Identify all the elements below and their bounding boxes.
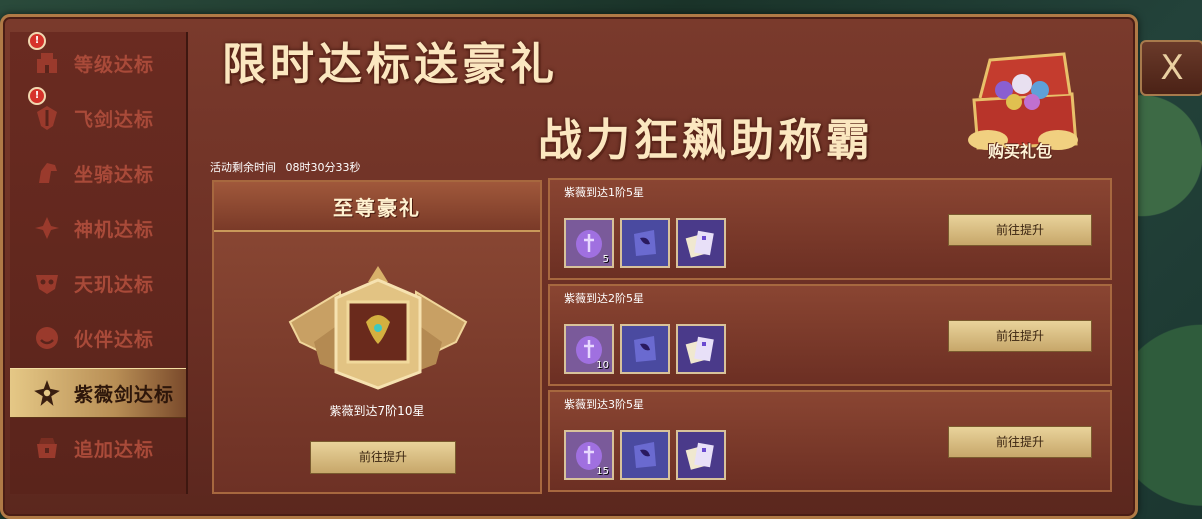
sidebar-item-companion[interactable]: 伙伴达标 xyxy=(10,313,186,363)
task-row: 紫薇到达3阶5星 15 前往提升 xyxy=(548,390,1112,492)
scroll-cards-icon[interactable] xyxy=(676,218,726,268)
task-title: 紫薇到达3阶5星 xyxy=(564,398,644,411)
item-quantity: 5 xyxy=(602,254,609,265)
grand-prize-goto-button[interactable]: 前往提升 xyxy=(310,441,456,474)
purple-gem-icon[interactable]: 5 xyxy=(564,218,614,268)
rank-badge-icon xyxy=(280,262,476,392)
task-title: 紫薇到达1阶5星 xyxy=(564,186,644,199)
sword-crest-icon xyxy=(30,101,64,135)
sidebar-item-machine[interactable]: 神机达标 xyxy=(10,203,186,253)
sidebar-item-label: 紫薇剑达标 xyxy=(74,383,175,406)
sidebar-item-tianji[interactable]: 天玑达标 xyxy=(10,258,186,308)
companion-icon xyxy=(30,321,64,355)
ziwei-sword-icon xyxy=(30,376,64,410)
timer-value: 08时30分33秒 xyxy=(285,161,361,174)
task-list: 紫薇到达1阶5星 5 前往提升 紫薇到达2阶5星 10 前往提升 紫薇到达3阶5… xyxy=(548,178,1114,494)
task-goto-button[interactable]: 前往提升 xyxy=(948,320,1092,352)
alert-icon: ! xyxy=(28,32,46,50)
timer-label: 活动剩余时间 xyxy=(210,161,276,174)
task-goto-button[interactable]: 前往提升 xyxy=(948,214,1092,246)
scroll-cards-icon[interactable] xyxy=(676,324,726,374)
sidebar-item-flying-sword[interactable]: ! 飞剑达标 xyxy=(10,87,186,143)
task-row: 紫薇到达1阶5星 5 前往提升 xyxy=(548,178,1112,280)
purple-gem-icon[interactable]: 10 xyxy=(564,324,614,374)
chest-icon xyxy=(30,431,64,465)
reward-items: 10 xyxy=(564,324,726,374)
purple-book-icon[interactable] xyxy=(620,430,670,480)
banner-title-line2: 战力狂飙助称霸 xyxy=(538,115,874,166)
scroll-cards-icon[interactable] xyxy=(676,430,726,480)
purple-gem-icon[interactable]: 15 xyxy=(564,430,614,480)
buy-gift-pack-label[interactable]: 购买礼包 xyxy=(988,138,1052,162)
sidebar-item-ziwei-sword[interactable]: 紫薇剑达标 xyxy=(10,368,186,418)
building-icon xyxy=(30,46,64,80)
sidebar-item-label: 等级达标 xyxy=(74,53,155,76)
close-button[interactable]: X xyxy=(1140,40,1202,96)
horse-icon xyxy=(30,156,64,190)
sidebar-item-extra[interactable]: 追加达标 xyxy=(10,423,186,473)
sidebar-item-label: 飞剑达标 xyxy=(74,108,155,131)
event-timer: 活动剩余时间 08时30分33秒 xyxy=(210,159,361,175)
sidebar-item-level[interactable]: ! 等级达标 xyxy=(10,32,186,88)
sidebar-item-label: 坐骑达标 xyxy=(74,163,155,186)
alert-icon: ! xyxy=(28,87,46,105)
task-row: 紫薇到达2阶5星 10 前往提升 xyxy=(548,284,1112,386)
task-title: 紫薇到达2阶5星 xyxy=(564,292,644,305)
purple-book-icon[interactable] xyxy=(620,324,670,374)
item-quantity: 10 xyxy=(596,360,609,371)
sidebar-item-label: 追加达标 xyxy=(74,438,155,461)
mask-icon xyxy=(30,266,64,300)
sidebar-item-label: 伙伴达标 xyxy=(74,328,155,351)
reward-items: 15 xyxy=(564,430,726,480)
sidebar: ! 等级达标 ! 飞剑达标 坐骑达标 神机达标 天玑达标 伙伴达标 紫薇剑达标 … xyxy=(10,32,188,494)
sidebar-item-label: 神机达标 xyxy=(74,218,155,241)
machine-icon xyxy=(30,211,64,245)
grand-prize-header: 至尊豪礼 xyxy=(214,182,540,232)
purple-book-icon[interactable] xyxy=(620,218,670,268)
banner-title-line1: 限时达标送豪礼 xyxy=(222,39,558,90)
sidebar-item-label: 天玑达标 xyxy=(74,273,155,296)
sidebar-item-mount[interactable]: 坐骑达标 xyxy=(10,148,186,198)
grand-prize-heading: 至尊豪礼 xyxy=(333,195,421,220)
task-goto-button[interactable]: 前往提升 xyxy=(948,426,1092,458)
item-quantity: 15 xyxy=(596,466,609,477)
grand-prize-requirement: 紫薇到达7阶10星 xyxy=(329,404,425,418)
reward-items: 5 xyxy=(564,218,726,268)
grand-prize-panel: 至尊豪礼 紫薇到达7阶10星 前往提升 xyxy=(212,180,542,494)
